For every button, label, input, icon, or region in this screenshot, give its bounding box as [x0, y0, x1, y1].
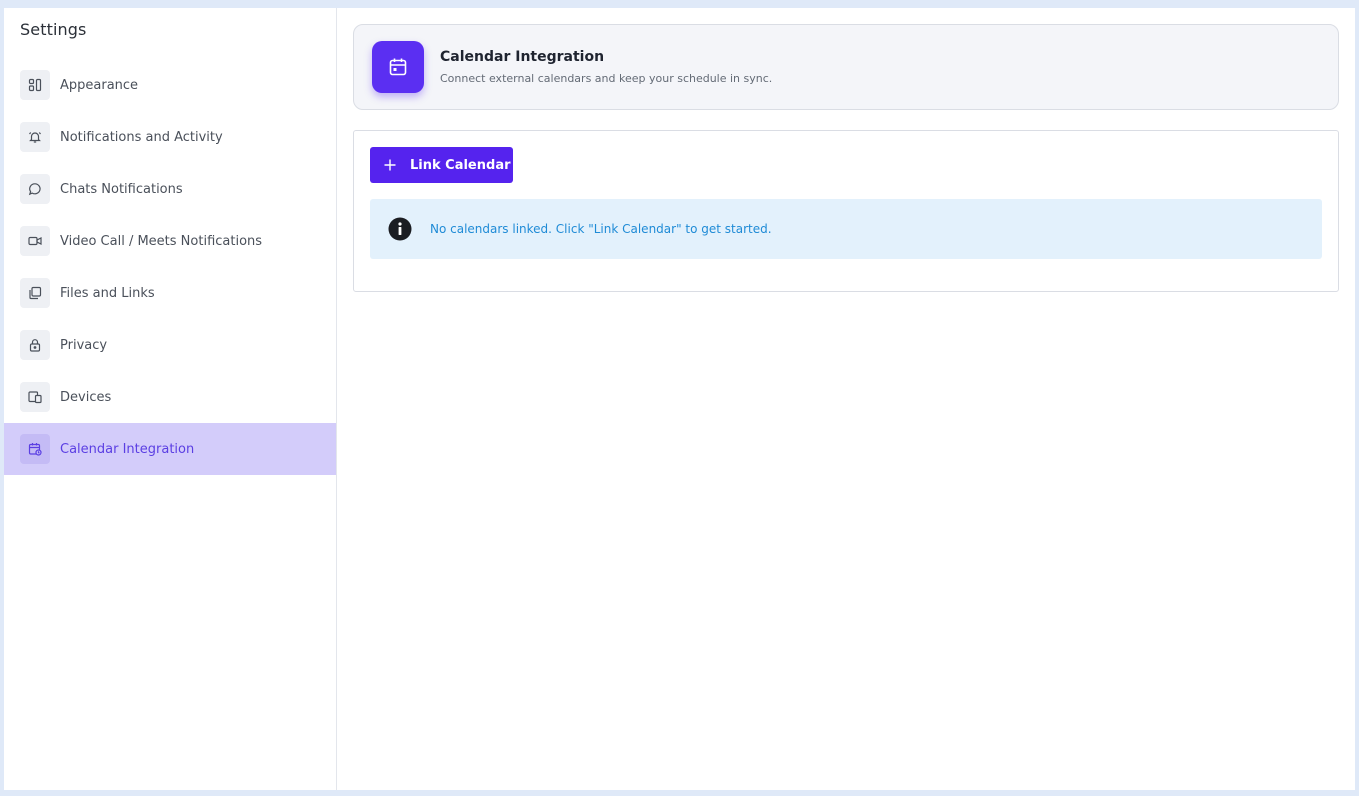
video-camera-icon	[20, 226, 50, 256]
sidebar-item-files-links[interactable]: Files and Links	[4, 267, 336, 319]
files-icon	[20, 278, 50, 308]
sidebar-item-label: Video Call / Meets Notifications	[60, 233, 263, 249]
sidebar-item-label: Appearance	[60, 77, 139, 93]
sidebar-title: Settings	[20, 20, 87, 39]
sidebar-item-label: Devices	[60, 389, 112, 405]
sidebar-item-chats-notifications[interactable]: Chats Notifications	[4, 163, 336, 215]
sidebar-item-label: Files and Links	[60, 285, 155, 301]
section-header-text: Calendar Integration Connect external ca…	[440, 49, 772, 85]
sidebar-item-label: Notifications and Activity	[60, 129, 223, 145]
info-text: No calendars linked. Click "Link Calenda…	[430, 222, 772, 236]
calendar-list-card: Link Calendar No calendars linked. Click…	[353, 130, 1339, 292]
bell-icon	[20, 122, 50, 152]
page-subtitle: Connect external calendars and keep your…	[440, 72, 773, 85]
appearance-icon	[20, 70, 50, 100]
info-icon	[388, 217, 412, 241]
page-title: Calendar Integration	[440, 49, 605, 65]
sidebar-item-devices[interactable]: Devices	[4, 371, 336, 423]
sidebar-item-appearance[interactable]: Appearance	[4, 59, 336, 111]
settings-content: Calendar Integration Connect external ca…	[337, 8, 1355, 790]
settings-sidebar: Settings Appearance Notifications and Ac…	[4, 8, 337, 790]
plus-icon	[384, 159, 396, 171]
sidebar-item-label: Chats Notifications	[60, 181, 183, 197]
link-calendar-label: Link Calendar	[410, 157, 511, 173]
sidebar-item-video-call[interactable]: Video Call / Meets Notifications	[4, 215, 336, 267]
settings-window: Settings Appearance Notifications and Ac…	[4, 8, 1355, 790]
sidebar-item-label: Calendar Integration	[60, 441, 195, 457]
sidebar-item-notifications[interactable]: Notifications and Activity	[4, 111, 336, 163]
calendar-icon	[372, 41, 424, 93]
section-header: Calendar Integration Connect external ca…	[353, 24, 1339, 110]
lock-icon	[20, 330, 50, 360]
sidebar-item-calendar-integration[interactable]: Calendar Integration	[4, 423, 336, 475]
empty-state-message: No calendars linked. Click "Link Calenda…	[370, 199, 1322, 259]
chat-bubble-icon	[20, 174, 50, 204]
sidebar-item-label: Privacy	[60, 337, 108, 353]
calendar-sync-icon	[20, 434, 50, 464]
devices-icon	[20, 382, 50, 412]
sidebar-item-privacy[interactable]: Privacy	[4, 319, 336, 371]
link-calendar-button[interactable]: Link Calendar	[370, 147, 513, 183]
